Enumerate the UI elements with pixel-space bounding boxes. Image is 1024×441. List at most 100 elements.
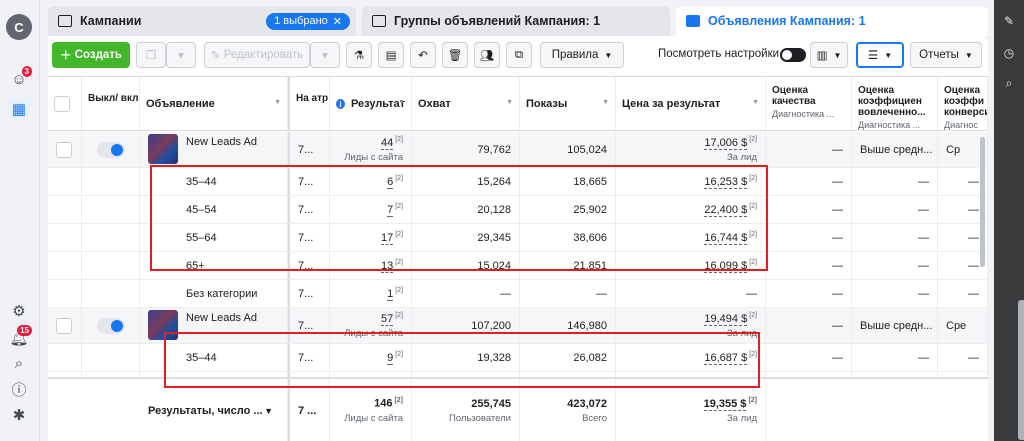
cpr-value: 19,494 $ — [704, 312, 748, 326]
ab-test-flask-icon[interactable]: ⚗ — [346, 42, 372, 68]
table-scrollbar[interactable] — [980, 137, 985, 267]
breakdown-row[interactable]: 65+ 7... 13 [2] 15,024 21,851 16,099 $ [2] — — — — [48, 252, 988, 280]
impressions-cell: 21,851 — [520, 252, 616, 279]
row-toggle-cell — [82, 168, 140, 195]
ad-name[interactable]: New Leads Ad — [186, 312, 257, 324]
breakdown-row[interactable]: 35–44 7... 6 [2] 15,264 18,665 16,253 $ [2] — — — — [48, 168, 988, 196]
ad-name-cell: 35–44 — [140, 344, 288, 371]
ads-manager-table-icon[interactable]: ▦ — [8, 98, 30, 120]
cpr-value: 16,099 $ — [704, 259, 748, 273]
col-result[interactable]: i Результат ▼ — [330, 77, 412, 131]
clipboard-icon[interactable]: ▤ — [378, 42, 404, 68]
ad-name-cell: New Leads Ad — [140, 132, 288, 167]
settings-gear-icon[interactable]: ⚙ — [8, 300, 30, 322]
info-icon[interactable]: i — [336, 99, 345, 109]
selected-count-pill[interactable]: 1 выбрано ✕ — [266, 12, 350, 30]
tab-adsets[interactable]: Группы объявлений Кампания: 1 — [362, 6, 670, 36]
duplicate-dropdown-icon[interactable]: ▾ — [166, 42, 196, 68]
col-engagement[interactable]: Оценка коэффициен вовлеченно... Диагности… — [852, 77, 938, 131]
ad-on-off-toggle[interactable] — [96, 141, 125, 158]
ad-thumbnail — [148, 134, 178, 164]
undo-icon[interactable]: ↶ — [410, 42, 436, 68]
col-attr[interactable]: На атр — [288, 77, 330, 131]
select-all-checkbox[interactable] — [54, 96, 70, 112]
footnote-mark: [2] — [395, 259, 403, 267]
smiley-icon[interactable]: ☺ 3 — [8, 66, 32, 90]
edit-button[interactable]: ✎ Редактировать — [204, 42, 310, 68]
col-impressions[interactable]: Показы ▼ — [520, 77, 616, 131]
footer-label-text: Результаты, число ... — [148, 404, 263, 417]
ad-row[interactable]: New Leads Ad 7... 57 [2] Лиды с сайта 107,200… — [48, 308, 988, 344]
reports-button[interactable]: Отчеты ▼ — [910, 42, 982, 68]
breakdown-row[interactable]: 45–54 7... 7 [2] 20,128 25,902 22,400 $ [2] — — — — [48, 196, 988, 224]
result-value: 9 — [387, 351, 394, 365]
footer-cpr-sub: За лид — [726, 412, 757, 424]
cpr-line: 19,494 $ [2] — [704, 312, 757, 326]
ad-row[interactable]: New Leads Ad 7... 44 [2] Лиды с сайта 79,762 1… — [48, 132, 988, 168]
ad-name[interactable]: New Leads Ad — [186, 136, 257, 148]
quality-cell: — — [766, 344, 852, 371]
cpr-line: 16,253 $ [2] — [704, 175, 757, 189]
footer-result-value: 146 — [374, 397, 393, 410]
row-select-cell — [48, 308, 82, 343]
bug-report-icon[interactable]: ✱ — [8, 404, 30, 426]
row-select-cell — [48, 196, 82, 223]
columns-button[interactable]: ▥ ▼ — [810, 42, 848, 68]
result-value: 57 — [380, 312, 394, 326]
col-reach[interactable]: Охват ▼ — [412, 77, 520, 131]
users-icon[interactable]: 👥︎ — [474, 42, 500, 68]
col-quality[interactable]: Оценка качества Диагностика ... — [766, 77, 852, 131]
breakdown-caret-icon: ▼ — [884, 50, 893, 60]
age-bucket-label: 45–54 — [186, 203, 217, 216]
breakdown-row[interactable]: 55–64 7... 17 [2] 29,345 38,606 16,744 $ [2] — — — — [48, 224, 988, 252]
clear-selection-icon[interactable]: ✕ — [333, 15, 342, 28]
view-settings-toggle[interactable] — [780, 48, 806, 62]
footnote-mark: [2] — [395, 231, 403, 239]
duplicate-icon[interactable]: ❐ — [136, 42, 166, 68]
col-cost-per-result[interactable]: Цена за результат ▼ — [616, 77, 766, 131]
ad-on-off-toggle[interactable] — [96, 317, 125, 334]
quality-cell: — — [766, 132, 852, 167]
rules-button[interactable]: Правила ▼ — [540, 42, 624, 68]
zoom-search-icon[interactable]: ⌕ — [1000, 74, 1018, 92]
footnote-mark: [2] — [749, 351, 757, 359]
edit-dropdown-icon[interactable]: ▾ — [310, 42, 340, 68]
col-conversion[interactable]: Оценка коэффи конверси Диагнос — [938, 77, 988, 131]
row-checkbox[interactable] — [56, 141, 72, 158]
col-toggle[interactable]: Выкл/ вкл — [82, 77, 140, 131]
breakdown-row[interactable]: 35–44 7... 9 [2] 19,328 26,082 16,687 $ [2] — — — — [48, 344, 988, 372]
breakdown-row[interactable]: Без категории 7... 1 [2] — — — — — — — [48, 280, 988, 308]
create-button[interactable]: ＋ Создать — [52, 42, 130, 68]
clock-icon[interactable]: ◷ — [1000, 44, 1018, 62]
help-icon[interactable]: ⓘ — [8, 378, 30, 400]
left-navigation-rail: C ☺ 3 ▦ ⚙ 🔔︎ 15 ⌕ ⓘ ✱ — [0, 0, 40, 441]
side-panel-handle[interactable] — [1018, 300, 1024, 440]
ads-panel: ＋ Создать ❐ ▾ ✎ Редактировать ▾ ⚗ ▤ ↶ 🗑︎… — [48, 36, 988, 441]
breakdown-button[interactable]: ☰ ▼ — [856, 42, 904, 68]
preview-icon[interactable]: ⧉ — [506, 42, 532, 68]
engagement-cell: — — [852, 252, 938, 279]
reach-cell: 79,762 — [412, 132, 520, 167]
footnote-mark: [2] — [395, 136, 403, 144]
delete-icon[interactable]: 🗑︎ — [442, 42, 468, 68]
reach-cell: 19,328 — [412, 344, 520, 371]
footer-cpr: 19,355 $ [2] За лид — [616, 379, 766, 441]
row-toggle-cell — [82, 344, 140, 371]
tab-campaigns[interactable]: Кампании 1 выбрано ✕ — [48, 6, 356, 36]
row-checkbox[interactable] — [56, 317, 72, 334]
tab-ads[interactable]: Объявления Кампания: 1 — [676, 6, 988, 36]
footer-caret-icon[interactable]: ▼ — [264, 406, 273, 416]
engagement-value: — — [918, 287, 929, 300]
col-ad[interactable]: Объявление ▼ — [140, 77, 288, 131]
footer-label[interactable]: Результаты, число ... ▼ — [140, 379, 288, 441]
engagement-value: — — [918, 259, 929, 272]
account-avatar[interactable]: C — [6, 14, 32, 40]
pencil-icon[interactable]: ✎ — [1000, 12, 1018, 30]
search-icon[interactable]: ⌕ — [8, 352, 30, 374]
cost-per-result-cell: 16,744 $ [2] — [616, 224, 766, 251]
bell-icon[interactable]: 🔔︎ 15 — [8, 325, 32, 349]
cost-per-result-cell: — — [616, 280, 766, 307]
conversion-value: — — [968, 203, 979, 216]
row-toggle-cell — [82, 252, 140, 279]
table-header: Выкл/ вкл Объявление ▼ На атр i Результат ▼… — [48, 77, 988, 131]
